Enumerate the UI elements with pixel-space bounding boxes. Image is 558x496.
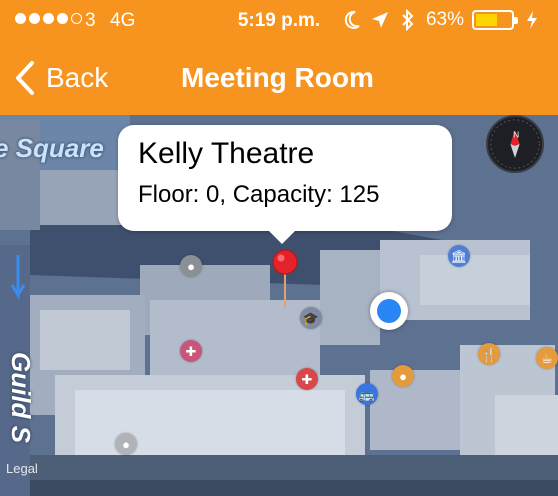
map-view[interactable]: e Square Guild S Legal 🏛 🎓 ✚ 🍴 ☕ ● 🚌 ✚ ●… <box>0 115 558 496</box>
tooth-icon[interactable]: ✚ <box>180 340 202 362</box>
user-location-marker <box>370 292 408 330</box>
callout-arrow <box>268 230 296 244</box>
battery-icon <box>472 10 518 30</box>
cafe-icon[interactable]: ☕ <box>536 347 558 369</box>
bluetooth-icon <box>398 8 418 32</box>
compass-button[interactable]: N <box>486 115 544 173</box>
chevron-left-icon <box>16 61 34 95</box>
map-pin-icon[interactable] <box>271 248 299 310</box>
point-icon[interactable]: ● <box>115 433 137 455</box>
location-arrow-icon <box>370 8 390 32</box>
location-callout[interactable]: Kelly Theatre Floor: 0, Capacity: 125 <box>118 125 452 244</box>
compass-icon: N <box>490 119 540 169</box>
museum-icon[interactable]: 🏛 <box>448 245 470 267</box>
status-bar: 3 4G 5:19 p.m. 63% <box>0 0 558 44</box>
food-icon[interactable]: ● <box>392 365 414 387</box>
street-label-left: Guild S <box>6 352 36 443</box>
battery-percentage: 63% <box>425 9 464 30</box>
moon-icon <box>342 8 362 32</box>
app-header: 3 4G 5:19 p.m. 63% Back Meeting Room <box>0 0 558 115</box>
legal-link[interactable]: Legal <box>6 461 38 476</box>
battery-nub <box>514 17 518 24</box>
place-icon[interactable]: ● <box>180 255 202 277</box>
callout-subtitle: Floor: 0, Capacity: 125 <box>138 181 380 208</box>
back-button[interactable]: Back <box>14 60 108 96</box>
callout-title: Kelly Theatre <box>138 137 315 170</box>
pharmacy-icon[interactable]: ✚ <box>296 368 318 390</box>
status-right-group: 63% <box>342 8 542 32</box>
navigation-bar: Back Meeting Room <box>0 44 558 115</box>
bus-icon[interactable]: 🚌 <box>356 383 378 405</box>
street-label-top: e Square <box>0 133 104 163</box>
graduation-cap-icon[interactable]: 🎓 <box>300 307 322 329</box>
battery-fill <box>476 14 497 26</box>
charging-bolt-icon <box>522 8 542 32</box>
page-title: Meeting Room <box>181 62 374 93</box>
svg-text:N: N <box>513 129 519 139</box>
restaurant-icon[interactable]: 🍴 <box>478 343 500 365</box>
back-button-label: Back <box>46 62 109 93</box>
